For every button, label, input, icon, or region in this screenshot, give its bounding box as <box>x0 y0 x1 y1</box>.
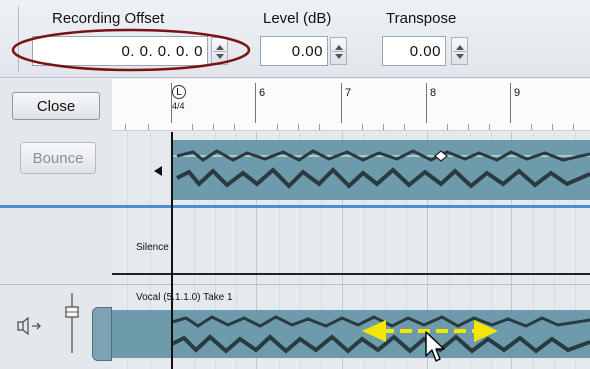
track-header-panel: Close Bounce <box>0 79 112 369</box>
start-marker[interactable]: L <box>172 85 186 99</box>
toolbar: Recording Offset 0. 0. 0. 0. 0 Level (dB… <box>0 0 590 78</box>
fader-icon[interactable] <box>62 293 82 353</box>
speaker-icon[interactable] <box>16 315 48 337</box>
recording-offset-label: Recording Offset <box>52 10 165 27</box>
lane-divider <box>0 284 590 285</box>
bar-number: 7 <box>345 87 352 99</box>
lane-divider <box>112 273 590 275</box>
transpose-spinner[interactable] <box>451 37 468 65</box>
selection-line <box>0 205 590 208</box>
annotation-ellipse <box>11 28 251 72</box>
bar-number: 9 <box>514 87 521 99</box>
audio-clip-vocal[interactable] <box>112 310 590 358</box>
bar-number: 8 <box>430 87 437 99</box>
cursor-arrow-icon <box>425 331 445 362</box>
time-signature: 4/4 <box>172 101 185 111</box>
close-button[interactable]: Close <box>12 92 100 120</box>
transpose-label: Transpose <box>386 10 457 27</box>
transpose-field[interactable]: 0.00 <box>382 36 446 66</box>
timeline-ruler[interactable]: L 4/4 6 7 8 9 <box>112 79 590 131</box>
playhead[interactable] <box>171 132 173 369</box>
clip-handle[interactable] <box>92 307 112 361</box>
level-label: Level (dB) <box>263 10 332 27</box>
bar-number: 6 <box>259 87 266 99</box>
level-spinner[interactable] <box>330 37 347 65</box>
vocal-take-label: Vocal (5.1.1.0) Take 1 <box>136 292 233 303</box>
silence-label: Silence <box>136 242 169 253</box>
bounce-button[interactable]: Bounce <box>20 142 96 174</box>
clip-left-arrow-icon <box>154 166 162 176</box>
audio-clip-top[interactable] <box>173 140 590 200</box>
level-field[interactable]: 0.00 <box>260 36 328 66</box>
